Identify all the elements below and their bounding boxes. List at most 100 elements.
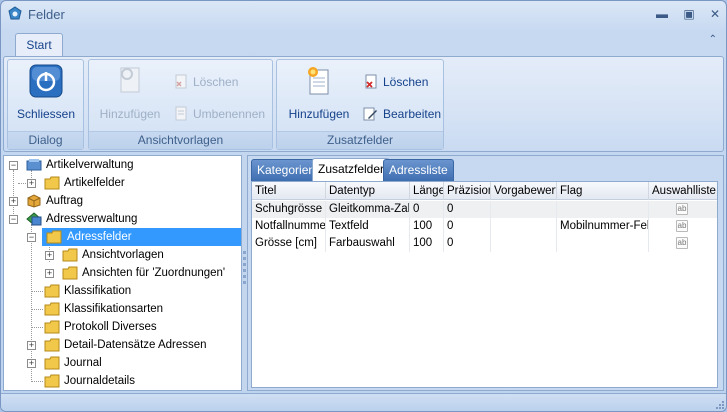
cell-flag: Mobilnummer-Feld — [557, 218, 649, 235]
folder-icon — [44, 302, 60, 316]
splitter-grip — [243, 251, 246, 254]
selection-list-icon[interactable]: ab — [676, 203, 688, 215]
resize-grip-icon[interactable] — [715, 400, 725, 410]
ribbon-group-dialog: Schliessen Dialog — [7, 59, 84, 150]
ribbon-group-ansichtvorlagen: Hinzufügen Löschen Umbenennen Ansichtvor… — [88, 59, 273, 150]
table-row[interactable]: Grösse [cm] Farbauswahl 100 0 ab — [252, 235, 717, 252]
cell-laenge: 0 — [410, 201, 444, 218]
cell-auswahlliste: ab — [649, 235, 717, 252]
column-header-laenge[interactable]: Länge — [410, 182, 444, 200]
edit-extra-field-button[interactable]: Bearbeiten — [363, 104, 441, 124]
status-bar — [1, 393, 726, 411]
tab-zusatzfelder[interactable]: Zusatzfelder — [312, 158, 391, 182]
tree-item-label: Protokoll Diverses — [64, 321, 157, 333]
cell-auswahlliste: ab — [649, 218, 717, 235]
table-row[interactable]: Notfallnummer Textfeld 100 0 Mobilnummer… — [252, 218, 717, 235]
tree-item-journaldetails[interactable]: Journaldetails — [4, 372, 241, 390]
tree-item-detail-datensaetze[interactable]: + Detail-Datensätze Adressen — [4, 336, 241, 354]
application-window: Felder ▬ ▣ ✕ Start ⌃ Schliessen Dialog H… — [0, 0, 727, 412]
fields-table: Titel Datentyp Länge Präzision Vorgabewe… — [251, 181, 718, 388]
ribbon-group-zusatzfelder: Hinzufügen Löschen Bearbeiten Zusatzfeld… — [276, 59, 444, 150]
folder-icon — [44, 338, 60, 352]
collapse-toggle-icon[interactable]: − — [27, 233, 36, 242]
collapse-toggle-icon[interactable]: − — [9, 161, 18, 170]
group-label-zusatzfelder: Zusatzfelder — [277, 131, 443, 149]
tree-item-klassifikation[interactable]: Klassifikation — [4, 282, 241, 300]
ribbon-tab-start[interactable]: Start — [15, 33, 63, 57]
column-header-titel[interactable]: Titel — [252, 182, 326, 200]
expand-toggle-icon[interactable]: + — [27, 359, 36, 368]
table-row[interactable]: Schuhgrösse Gleitkomma-Zahl 0 0 ab — [252, 201, 717, 218]
delete-doc-icon — [365, 74, 377, 89]
close-button[interactable]: ✕ — [704, 5, 726, 23]
add-extra-field-button[interactable]: Hinzufügen — [281, 64, 357, 121]
expand-toggle-icon[interactable]: + — [27, 179, 36, 188]
tree-item-label: Artikelfelder — [64, 177, 125, 189]
expand-toggle-icon[interactable]: + — [27, 341, 36, 350]
edit-extra-field-label: Bearbeiten — [383, 107, 442, 121]
cell-praezision: 0 — [444, 201, 491, 218]
box-icon — [27, 194, 41, 208]
tree-item-label: Ansichten für 'Zuordnungen' — [82, 267, 226, 279]
tree-item-artikelverwaltung[interactable]: − Artikelverwaltung — [4, 156, 241, 174]
column-header-vorgabewert[interactable]: Vorgabewert — [491, 182, 557, 200]
table-header: Titel Datentyp Länge Präzision Vorgabewe… — [252, 182, 717, 200]
expand-toggle-icon[interactable]: + — [45, 269, 54, 278]
rename-doc-icon — [175, 106, 187, 121]
close-dialog-button[interactable]: Schliessen — [13, 64, 79, 121]
rename-view-template-button[interactable]: Umbenennen — [173, 104, 265, 124]
tree-item-label: Klassifikation — [64, 285, 132, 297]
tree-item-label: Detail-Datensätze Adressen — [64, 339, 207, 351]
splitter-grip — [243, 269, 246, 272]
cell-flag — [557, 201, 649, 218]
group-label-dialog: Dialog — [8, 131, 83, 149]
minimize-button[interactable]: ▬ — [651, 5, 673, 23]
cell-titel: Schuhgrösse — [252, 201, 326, 218]
tree-item-klassifikationsarten[interactable]: Klassifikationsarten — [4, 300, 241, 318]
tree-item-label: Adressverwaltung — [46, 213, 138, 225]
edit-pencil-icon — [363, 107, 377, 121]
column-header-auswahlliste[interactable]: Auswahlliste — [649, 182, 717, 200]
splitter-grip — [243, 275, 246, 278]
folder-icon — [44, 320, 60, 334]
tab-adressliste[interactable]: Adressliste — [383, 159, 454, 181]
folder-icon — [44, 356, 60, 370]
delete-extra-field-label: Löschen — [383, 75, 429, 89]
tree-item-adressfelder[interactable]: − Adressfelder — [4, 228, 241, 246]
selection-list-icon[interactable]: ab — [676, 237, 688, 249]
tree-item-label: Adressfelder — [67, 231, 132, 243]
maximize-button[interactable]: ▣ — [678, 5, 700, 23]
selection-list-icon[interactable]: ab — [676, 220, 688, 232]
tree-item-label: Klassifikationsarten — [64, 303, 164, 315]
column-header-flag[interactable]: Flag — [557, 182, 649, 200]
delete-view-template-button[interactable]: Löschen — [173, 72, 238, 92]
tree-item-protokoll-diverses[interactable]: Protokoll Diverses — [4, 318, 241, 336]
tree-item-adressverwaltung[interactable]: − Adressverwaltung — [4, 210, 241, 228]
tab-kategorien[interactable]: Kategorien — [251, 159, 322, 181]
splitter-grip — [243, 257, 246, 260]
tree-item-ansichtvorlagen[interactable]: + Ansichtvorlagen — [4, 246, 241, 264]
tree-item-auftrag[interactable]: + Auftrag — [4, 192, 241, 210]
cell-laenge: 100 — [410, 235, 444, 252]
delete-extra-field-button[interactable]: Löschen — [363, 72, 428, 92]
column-header-datentyp[interactable]: Datentyp — [326, 182, 410, 200]
add-extra-field-label: Hinzufügen — [288, 107, 350, 121]
add-view-template-button[interactable]: Hinzufügen — [95, 64, 165, 121]
collapse-toggle-icon[interactable]: − — [9, 215, 18, 224]
window-title: Felder — [28, 7, 65, 22]
splitter-grip — [243, 281, 246, 284]
tree-item-artikelfelder[interactable]: + Artikelfelder — [4, 174, 241, 192]
folder-icon — [44, 374, 60, 388]
column-header-praezision[interactable]: Präzision — [444, 182, 491, 200]
cell-vorgabewert — [491, 218, 557, 235]
expand-toggle-icon[interactable]: + — [45, 251, 54, 260]
expand-toggle-icon[interactable]: + — [9, 197, 18, 206]
cell-vorgabewert — [491, 201, 557, 218]
tree-item-label: Ansichtvorlagen — [82, 249, 164, 261]
ribbon-collapse-icon[interactable]: ⌃ — [709, 34, 717, 45]
splitter-grip — [243, 263, 246, 266]
tree-item-ansichten-zuordnungen[interactable]: + Ansichten für 'Zuordnungen' — [4, 264, 241, 282]
tree-item-journal[interactable]: + Journal — [4, 354, 241, 372]
cell-praezision: 0 — [444, 218, 491, 235]
cell-datentyp: Farbauswahl — [326, 235, 410, 252]
